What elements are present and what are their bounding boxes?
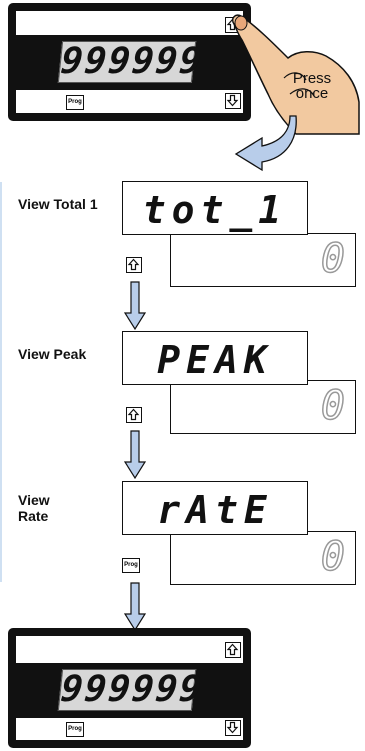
- step-1-up-button[interactable]: [126, 257, 142, 273]
- meter-bottom-up-button[interactable]: [225, 642, 241, 658]
- flow-arrow-icon: [234, 115, 297, 172]
- step-3-lower-value: 0: [320, 533, 346, 581]
- step-2-label: View Peak: [18, 346, 86, 362]
- meter-top-prog-button[interactable]: Prog: [66, 95, 84, 110]
- press-once-callout: Press once: [284, 71, 340, 101]
- meter-top-display: 999999: [57, 41, 206, 83]
- step-2-lower-value: 0: [320, 382, 346, 430]
- step-1-upper-value: tot_1: [142, 188, 288, 232]
- step-3-label: View Rate: [18, 492, 50, 524]
- step-1-upper-display: tot_1: [122, 181, 308, 235]
- meter-bottom: 999999 Prog: [8, 628, 251, 748]
- step-2-lower-display: 0: [170, 380, 356, 434]
- step-3-label-line-2: Rate: [18, 508, 49, 524]
- step-1-lower-display: 0: [170, 233, 356, 287]
- step-1-label: View Total 1: [18, 196, 98, 212]
- sidebar-line: [0, 182, 2, 582]
- down-arrow-icon: [123, 281, 147, 331]
- up-arrow-key-icon: [127, 408, 140, 421]
- callout-line-2: once: [295, 85, 329, 102]
- down-arrow-key-icon: [226, 721, 239, 734]
- step-2-upper-value: PEAK: [157, 338, 273, 382]
- step-3-prog-button[interactable]: Prog: [122, 558, 140, 573]
- step-3-label-line-1: View: [18, 492, 50, 508]
- step-2-upper-display: PEAK: [122, 331, 308, 385]
- meter-top: 999999 Prog: [8, 3, 251, 121]
- step-1-label-line: View Total 1: [18, 196, 98, 212]
- step-3-lower-display: 0: [170, 531, 356, 585]
- meter-bottom-down-button[interactable]: [225, 720, 241, 736]
- down-arrow-icon: [123, 430, 147, 480]
- step-2-up-button[interactable]: [126, 407, 142, 423]
- step-1-lower-value: 0: [320, 235, 346, 283]
- step-2-label-line: View Peak: [18, 346, 87, 362]
- callout-line-1: Press: [292, 70, 332, 87]
- meter-bottom-prog-button[interactable]: Prog: [66, 722, 84, 737]
- up-arrow-key-icon: [127, 258, 140, 271]
- up-arrow-key-icon: [226, 643, 239, 656]
- meter-bottom-display: 999999: [57, 669, 206, 711]
- step-3-upper-display: rAtE: [122, 481, 308, 535]
- step-3-upper-value: rAtE: [157, 488, 273, 532]
- down-arrow-icon: [123, 582, 147, 632]
